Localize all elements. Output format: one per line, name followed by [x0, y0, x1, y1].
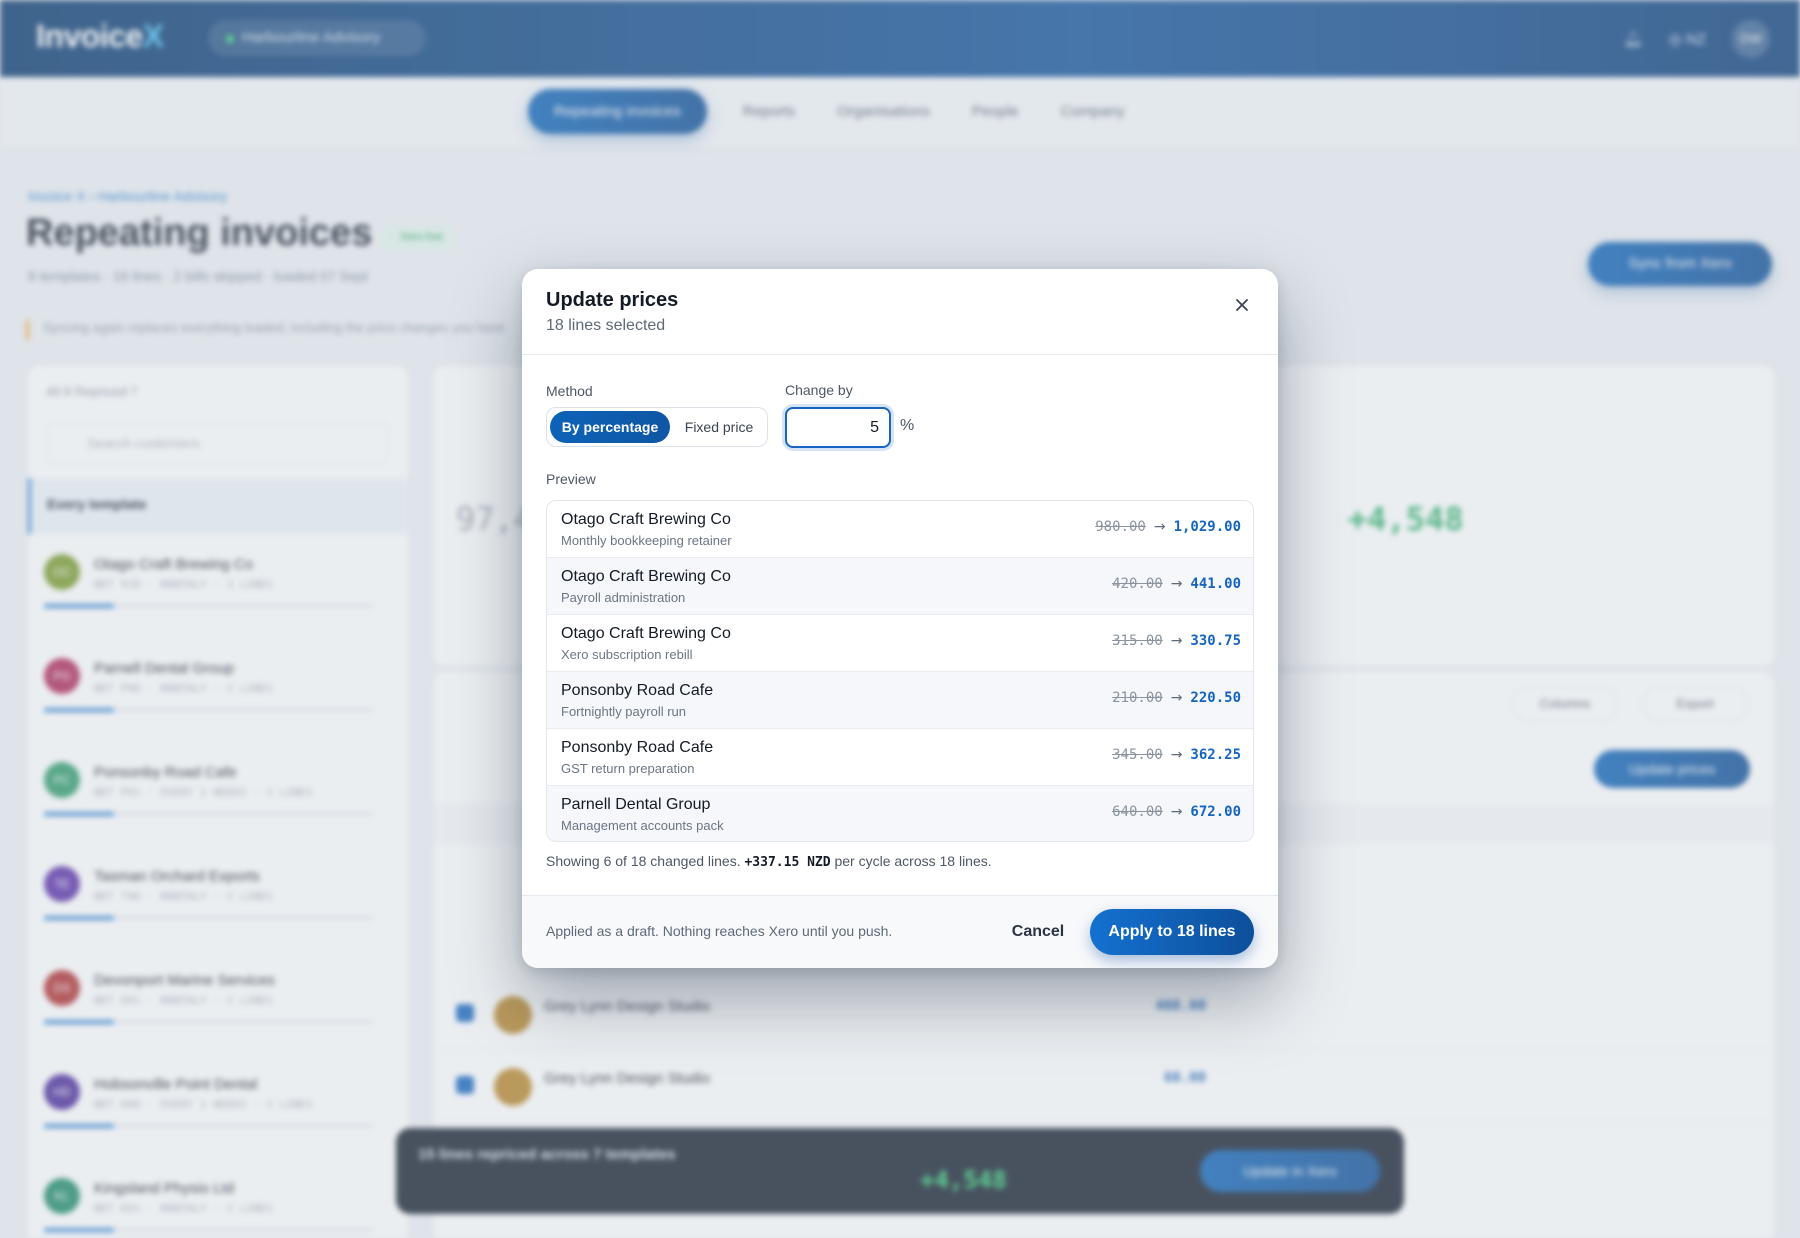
dialog-footer: Applied as a draft. Nothing reaches Xero…	[522, 895, 1278, 968]
preview-label: Preview	[546, 471, 596, 487]
preview-price-change: 640.00 → 672.00	[1112, 804, 1241, 820]
summary-amount: +337.15 NZD	[744, 855, 831, 870]
preview-description: Monthly bookkeeping retainer	[561, 533, 732, 548]
preview-customer: Otago Craft Brewing Co	[561, 511, 731, 528]
method-segmented-control: By percentage Fixed price	[546, 407, 768, 447]
preview-row: Ponsonby Road Cafe GST return preparation…	[547, 729, 1253, 786]
preview-description: Fortnightly payroll run	[561, 704, 686, 719]
new-price: 441.00	[1190, 576, 1241, 592]
arrow-right-icon: →	[1170, 747, 1183, 763]
method-label: Method	[546, 383, 593, 399]
preview-row: Otago Craft Brewing Co Xero subscription …	[547, 615, 1253, 672]
preview-customer: Otago Craft Brewing Co	[561, 568, 731, 585]
new-price: 362.25	[1190, 747, 1241, 763]
draft-note: Applied as a draft. Nothing reaches Xero…	[546, 923, 893, 939]
preview-customer: Parnell Dental Group	[561, 796, 711, 813]
method-by-percentage[interactable]: By percentage	[550, 411, 670, 443]
arrow-right-icon: →	[1170, 633, 1183, 649]
preview-customer: Otago Craft Brewing Co	[561, 625, 731, 642]
preview-description: GST return preparation	[561, 761, 695, 776]
preview-price-change: 345.00 → 362.25	[1112, 747, 1241, 763]
old-price: 420.00	[1112, 576, 1163, 592]
percent-unit: %	[900, 417, 915, 434]
arrow-right-icon: →	[1170, 576, 1183, 592]
preview-price-change: 420.00 → 441.00	[1112, 576, 1241, 592]
price-preview-list: Otago Craft Brewing Co Monthly bookkeepin…	[546, 500, 1254, 842]
new-price: 330.75	[1190, 633, 1241, 649]
apply-button[interactable]: Apply to 18 lines	[1090, 909, 1254, 955]
preview-price-change: 980.00 → 1,029.00	[1095, 519, 1241, 535]
preview-row: Parnell Dental Group Management accounts …	[547, 786, 1253, 841]
change-by-label: Change by	[785, 382, 853, 398]
method-fixed-price[interactable]: Fixed price	[673, 411, 765, 443]
close-icon[interactable]	[1226, 289, 1258, 321]
cancel-button[interactable]: Cancel	[986, 910, 1090, 954]
update-prices-dialog: Update prices 18 lines selected Method B…	[522, 269, 1278, 968]
dialog-title: Update prices	[546, 289, 679, 311]
preview-description: Xero subscription rebill	[561, 647, 693, 662]
new-price: 1,029.00	[1173, 519, 1241, 535]
preview-customer: Ponsonby Road Cafe	[561, 739, 714, 756]
new-price: 220.50	[1190, 690, 1241, 706]
preview-price-change: 315.00 → 330.75	[1112, 633, 1241, 649]
preview-price-change: 210.00 → 220.50	[1112, 690, 1241, 706]
old-price: 640.00	[1112, 804, 1163, 820]
dialog-header: Update prices 18 lines selected	[522, 269, 1278, 355]
arrow-right-icon: →	[1170, 690, 1183, 706]
preview-customer: Ponsonby Road Cafe	[561, 682, 714, 699]
preview-row: Otago Craft Brewing Co Payroll administra…	[547, 558, 1253, 615]
preview-summary: Showing 6 of 18 changed lines. +337.15 N…	[546, 853, 992, 870]
dialog-subtitle: 18 lines selected	[546, 317, 666, 334]
new-price: 672.00	[1190, 804, 1241, 820]
arrow-right-icon: →	[1170, 804, 1183, 820]
old-price: 210.00	[1112, 690, 1163, 706]
arrow-right-icon: →	[1153, 519, 1166, 535]
old-price: 315.00	[1112, 633, 1163, 649]
change-by-input[interactable]	[785, 407, 891, 448]
old-price: 980.00	[1095, 519, 1146, 535]
old-price: 345.00	[1112, 747, 1163, 763]
preview-row: Otago Craft Brewing Co Monthly bookkeepin…	[547, 501, 1253, 558]
preview-description: Management accounts pack	[561, 818, 724, 833]
preview-description: Payroll administration	[561, 590, 686, 605]
preview-row: Ponsonby Road Cafe Fortnightly payroll ru…	[547, 672, 1253, 729]
